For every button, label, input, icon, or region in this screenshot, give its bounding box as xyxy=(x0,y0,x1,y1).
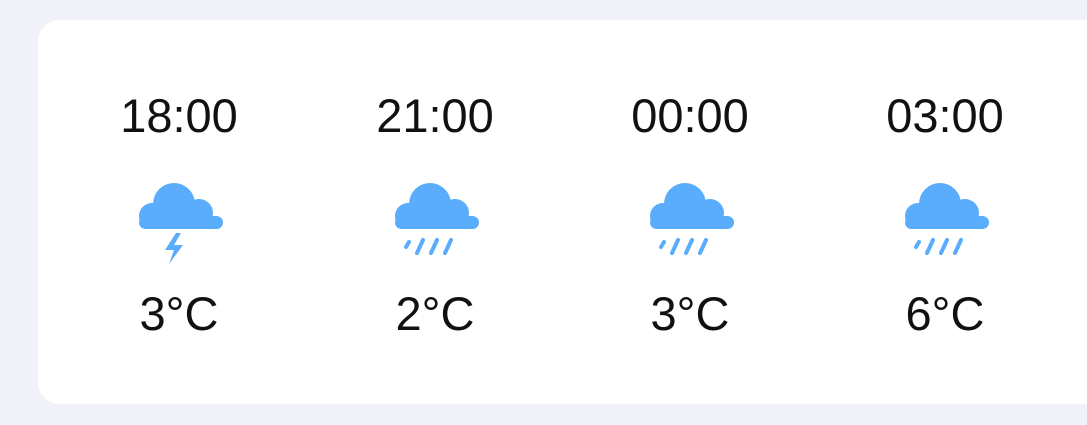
forecast-hour: 03:00 6°C xyxy=(850,20,1040,404)
forecast-temperature: 3°C xyxy=(139,287,219,340)
rain-icon xyxy=(385,168,485,268)
forecast-temperature: 3°C xyxy=(650,287,730,340)
thunderstorm-icon xyxy=(129,168,229,268)
forecast-hour: 18:00 3°C xyxy=(84,20,274,404)
forecast-temperature: 2°C xyxy=(395,287,475,340)
forecast-time: 21:00 xyxy=(376,89,494,142)
forecast-temperature: 6°C xyxy=(905,287,985,340)
rain-icon xyxy=(640,168,740,268)
forecast-time: 00:00 xyxy=(631,89,749,142)
rain-icon xyxy=(895,168,995,268)
hourly-forecast-card: 18:00 3°C 21:00 2°C 00:00 3°C 03:00 6°C xyxy=(38,20,1087,404)
forecast-time: 18:00 xyxy=(120,89,238,142)
forecast-hour: 00:00 3°C xyxy=(595,20,785,404)
forecast-hour: 21:00 2°C xyxy=(340,20,530,404)
forecast-time: 03:00 xyxy=(886,89,1004,142)
